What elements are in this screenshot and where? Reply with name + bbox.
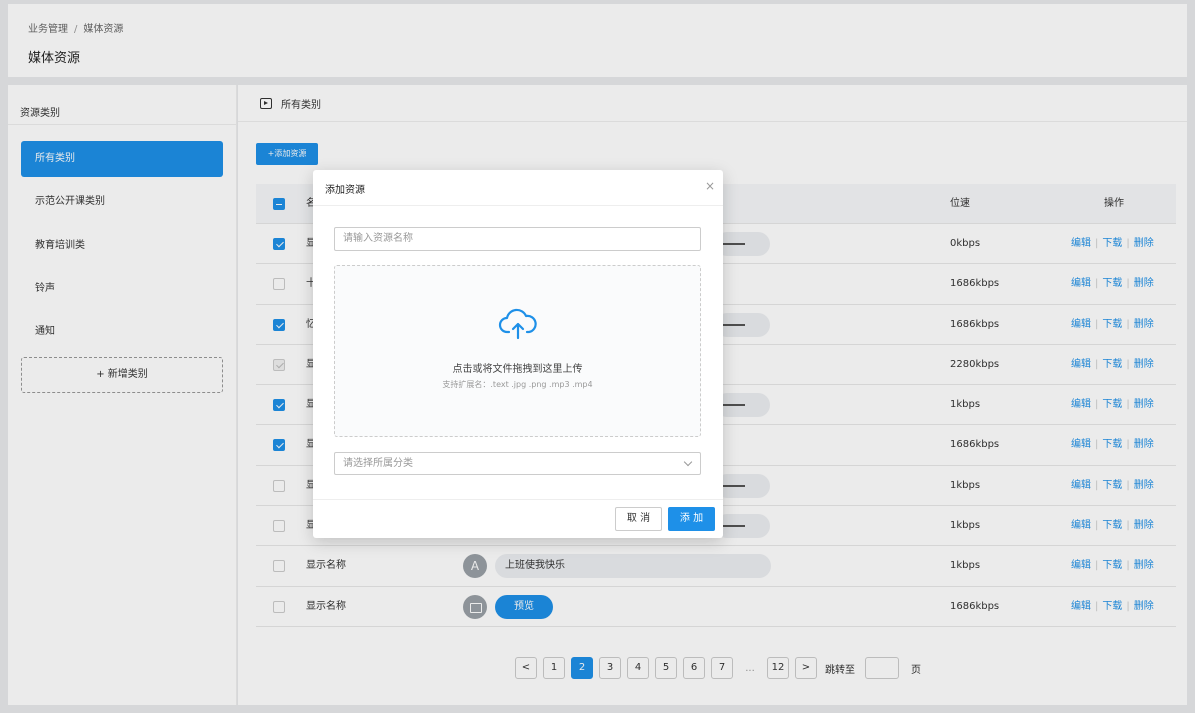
divider [313, 499, 723, 500]
dialog-title: 添加资源 [325, 185, 365, 196]
category-select[interactable]: 请选择所属分类 [334, 452, 701, 475]
cancel-button[interactable]: 取 消 [615, 507, 662, 531]
divider [313, 205, 723, 206]
cloud-upload-icon [498, 308, 537, 340]
upload-text: 点击或将文件拖拽到这里上传 [452, 364, 583, 375]
resource-name-input[interactable]: 请输入资源名称 [334, 227, 701, 251]
submit-add-button[interactable]: 添 加 [668, 507, 715, 531]
chevron-down-icon [683, 457, 693, 467]
add-resource-dialog: 添加资源 × 请输入资源名称 点击或将文件拖拽到这里上传 支持扩展名：.text… [313, 170, 723, 538]
upload-dropzone[interactable]: 点击或将文件拖拽到这里上传 支持扩展名：.text .jpg .png .mp3… [334, 265, 701, 437]
category-select-placeholder: 请选择所属分类 [343, 458, 413, 469]
close-icon[interactable]: × [703, 179, 717, 193]
upload-hint: 支持扩展名：.text .jpg .png .mp3 .mp4 [442, 380, 593, 389]
